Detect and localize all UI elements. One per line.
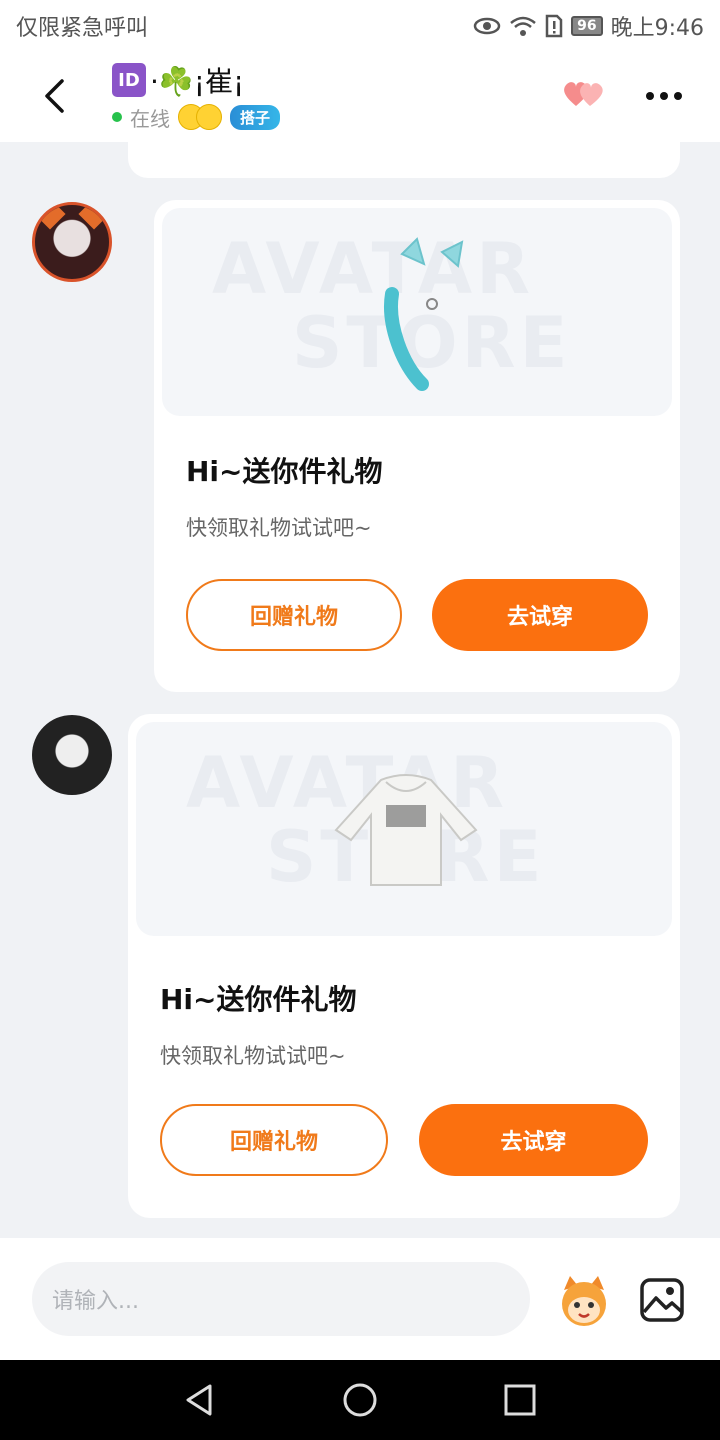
gift-subtitle: 快领取礼物试试吧~ — [160, 1044, 346, 1068]
carrier-text: 仅限紧急呼叫 — [16, 16, 149, 41]
sender-avatar[interactable] — [32, 202, 112, 282]
message-input-bar: 请输入... — [0, 1238, 720, 1360]
more-dot-icon — [646, 92, 654, 100]
gift-title: Hi~送你件礼物 — [186, 455, 383, 488]
return-gift-button[interactable]: 回赠礼物 — [160, 1104, 388, 1176]
system-nav-bar — [0, 1360, 720, 1440]
more-options-button[interactable] — [640, 76, 688, 116]
wifi-icon — [510, 16, 536, 36]
intimacy-button[interactable] — [560, 76, 608, 116]
clock: 晚上9:46 — [610, 16, 704, 41]
image-picker-button[interactable] — [638, 1276, 686, 1324]
contact-status-row: 在线 搭子 — [112, 102, 281, 132]
double-heart-icon — [564, 82, 603, 106]
relationship-tag: 搭子 — [230, 104, 281, 130]
gift-preview[interactable]: AVATAR STORE — [136, 722, 672, 936]
nav-back-button[interactable] — [176, 1376, 224, 1424]
gift-preview[interactable]: AVATAR STORE — [162, 208, 672, 416]
triangle-back-icon — [186, 1384, 212, 1416]
nav-recents-button[interactable] — [496, 1376, 544, 1424]
image-icon — [640, 1278, 684, 1322]
back-button[interactable] — [30, 72, 78, 120]
more-dot-icon — [674, 92, 682, 100]
emoji-faces-icon — [178, 104, 228, 130]
message-input[interactable]: 请输入... — [32, 1262, 530, 1336]
more-dot-icon — [660, 92, 668, 100]
try-on-button[interactable]: 去试穿 — [432, 579, 648, 651]
gift-title: Hi~送你件礼物 — [160, 983, 357, 1016]
return-gift-button[interactable]: 回赠礼物 — [186, 579, 402, 651]
mascot-face-icon — [562, 1276, 606, 1326]
circle-home-icon — [343, 1383, 377, 1417]
sticker-button[interactable] — [554, 1272, 614, 1328]
sim-alert-icon — [545, 14, 563, 38]
status-icons: 96 晚上9:46 — [473, 10, 704, 42]
chevron-left-icon — [45, 79, 64, 113]
chat-message-list[interactable]: AVATAR STORE Hi~送你件礼物 快领取礼物试试吧~ 回赠礼物 去试穿… — [0, 142, 720, 1238]
contact-name-row: ID ·☘️¡崔¡ — [112, 60, 280, 100]
gift-subtitle: 快领取礼物试试吧~ — [186, 516, 372, 540]
id-badge: ID — [112, 63, 146, 97]
nav-home-button[interactable] — [336, 1376, 384, 1424]
status-bar: 仅限紧急呼叫 96 晚上9:46 — [0, 0, 720, 50]
square-recents-icon — [504, 1384, 536, 1416]
sender-avatar[interactable] — [32, 715, 112, 795]
online-status: 在线 — [130, 106, 170, 131]
gift-message-card[interactable]: AVATAR STORE Hi~送你件礼物 快领取礼物试试吧~ 回赠礼物 去试穿 — [154, 200, 680, 692]
online-dot-icon — [112, 112, 122, 122]
battery-indicator: 96 — [571, 16, 603, 36]
try-on-button[interactable]: 去试穿 — [419, 1104, 648, 1176]
previous-message-card — [128, 142, 680, 178]
contact-name: ·☘️¡崔¡ — [150, 65, 245, 98]
contact-info[interactable]: ID ·☘️¡崔¡ 在线 搭子 — [112, 60, 281, 132]
eye-icon — [473, 17, 501, 35]
gift-message-card[interactable]: AVATAR STORE Hi~送你件礼物 快领取礼物试试吧~ 回赠礼物 去试穿 — [128, 714, 680, 1218]
hoodie-icon — [334, 774, 478, 886]
chat-header: ID ·☘️¡崔¡ 在线 搭子 — [0, 50, 720, 142]
cat-ears-headband-icon — [384, 237, 464, 391]
